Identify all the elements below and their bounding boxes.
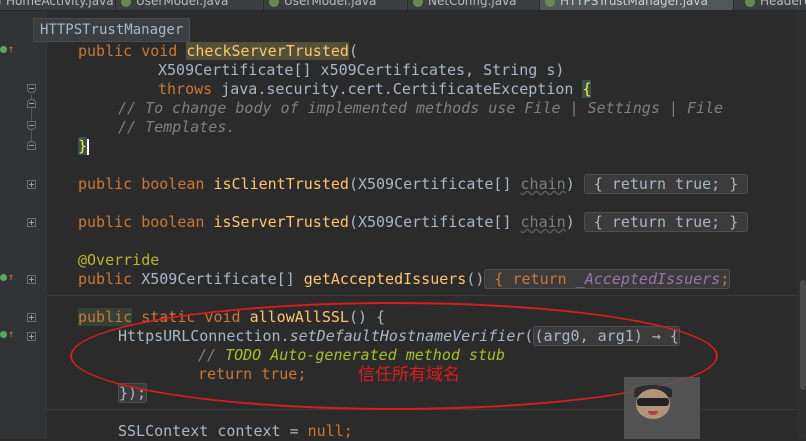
code-line: X509Certificate[] x509Certificates, Stri… (158, 61, 565, 79)
tab-user-model-2[interactable]: UserModel.java (264, 0, 408, 10)
scrollbar-thumb[interactable] (800, 280, 806, 390)
code-comment: // Templates. (118, 118, 236, 136)
annotation-note: 信任所有域名 (358, 365, 460, 385)
method-separator (47, 295, 806, 296)
java-class-icon (121, 0, 131, 7)
implement-icon (0, 274, 7, 281)
arrow-up-icon: ↑ (8, 44, 15, 55)
highlight-ellipse (70, 302, 718, 410)
tab-home-activity[interactable]: HomeActivity.java (0, 0, 116, 10)
fold-collapse-icon[interactable] (27, 99, 36, 108)
tab-user-model[interactable]: UserModel.java (116, 0, 264, 10)
code-line: throws java.security.cert.CertificateExc… (158, 80, 592, 98)
java-class-icon (413, 0, 423, 7)
code-line: public void checkServerTrusted( (78, 42, 358, 60)
java-class-icon (269, 0, 279, 7)
tab-header-util[interactable]: HeaderUt (740, 0, 806, 10)
fold-expand-icon[interactable] (27, 313, 36, 322)
folded-code-block[interactable]: { return _AcceptedIssuers; (484, 269, 731, 289)
java-class-icon (745, 0, 755, 7)
code-line: public boolean isServerTrusted(X509Certi… (78, 212, 749, 232)
code-line: } (78, 137, 90, 155)
fold-collapse-icon[interactable] (27, 121, 36, 130)
watermark-logo (624, 377, 700, 439)
editor-gutter: ↑ ↑ ↑ (0, 11, 47, 439)
fold-expand-icon[interactable] (27, 180, 36, 189)
implement-icon (0, 46, 7, 53)
code-line: SSLContext context = null; (118, 422, 353, 440)
tab-net-config[interactable]: NetConfig.java (408, 0, 540, 10)
fold-expand-icon[interactable] (27, 332, 36, 341)
fold-collapse-icon[interactable] (27, 141, 36, 150)
implements-method-marker[interactable]: ↑ (0, 330, 14, 340)
fold-collapse-icon[interactable] (27, 84, 36, 93)
implements-method-marker[interactable]: ↑ (0, 45, 14, 55)
editor-tab-bar: HomeActivity.java UserModel.java UserMod… (0, 0, 806, 11)
folded-code-block[interactable]: { return true; } (583, 212, 749, 232)
fold-expand-icon[interactable] (27, 275, 36, 284)
code-annotation: @Override (78, 251, 160, 269)
java-class-icon (545, 0, 555, 7)
code-line: public X509Certificate[] getAcceptedIssu… (78, 269, 731, 289)
java-class-icon (0, 0, 1, 7)
arrow-up-icon: ↑ (8, 329, 15, 340)
arrow-up-icon: ↑ (8, 272, 15, 283)
implement-icon (0, 331, 7, 338)
tab-https-trust-manager[interactable]: HTTPSTrustManager.java (540, 0, 734, 10)
folded-code-block[interactable]: { return true; } (583, 174, 749, 194)
code-line: public boolean isClientTrusted(X509Certi… (78, 174, 749, 194)
text-caret (87, 138, 90, 155)
code-comment: // To change body of implemented methods… (118, 99, 724, 117)
fold-expand-icon[interactable] (27, 218, 36, 227)
implements-method-marker[interactable]: ↑ (0, 273, 14, 283)
